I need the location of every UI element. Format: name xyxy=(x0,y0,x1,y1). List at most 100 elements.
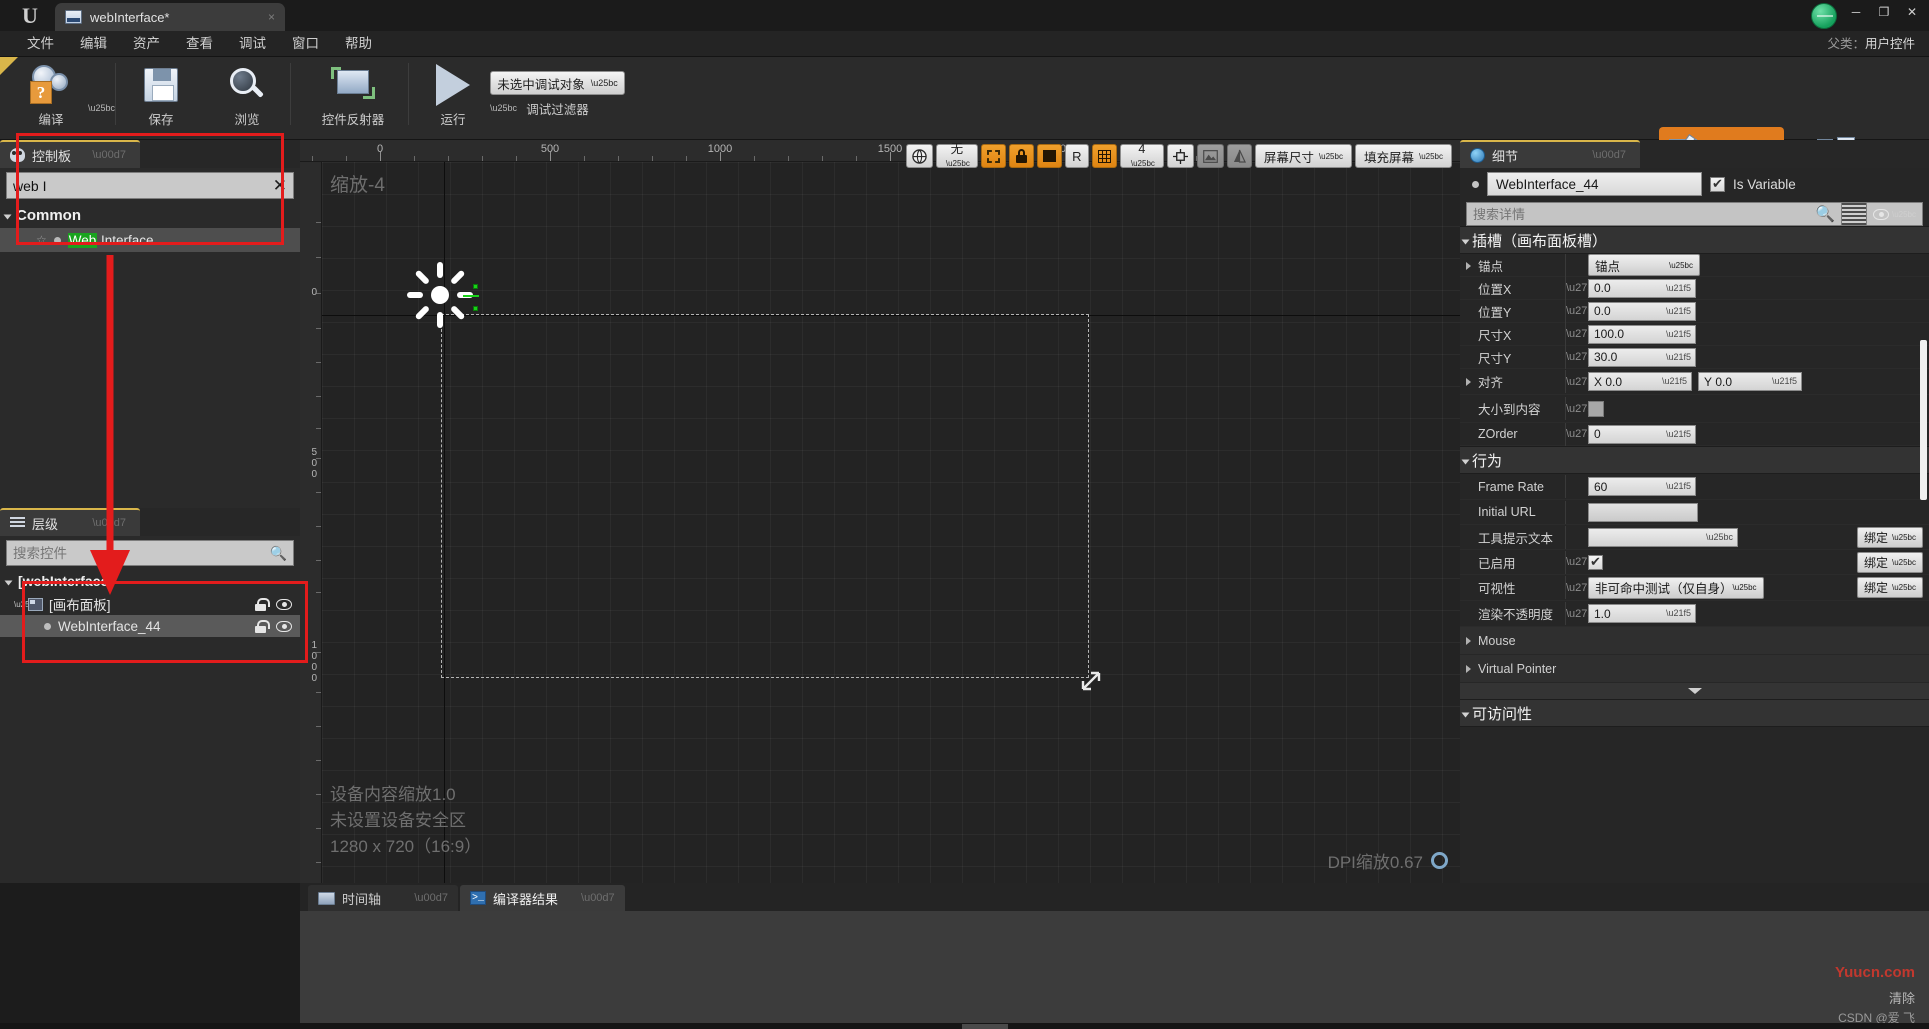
search-icon[interactable]: 🔍 xyxy=(270,545,287,562)
tree-row-webinterface-44[interactable]: WebInterface_44 xyxy=(0,615,300,637)
reset-icon[interactable]: \u2756 xyxy=(1566,608,1600,620)
close-icon[interactable]: \u00d7 xyxy=(78,149,126,161)
menu-edit[interactable]: 编辑 xyxy=(67,31,120,57)
debug-object-dropdown[interactable]: 未选中调试对象 \u25bc xyxy=(490,71,625,95)
compiler-results-body[interactable] xyxy=(300,911,1929,1029)
hierarchy-search-input[interactable] xyxy=(13,545,270,561)
selection-handle[interactable] xyxy=(473,306,478,311)
palette-search-row[interactable]: ✕ xyxy=(6,172,294,199)
grid-size-dropdown[interactable]: 4 \u25bc xyxy=(1119,143,1164,168)
close-icon[interactable]: \u00d7 xyxy=(1578,149,1626,161)
globe-icon-button[interactable] xyxy=(905,144,933,168)
screen-size-dropdown[interactable]: 屏幕尺寸 \u25bc xyxy=(1254,144,1352,168)
parent-class-value[interactable]: 用户控件 xyxy=(1865,37,1915,51)
tree-row-canvas-panel[interactable]: \u25bc [画布面板] xyxy=(0,593,300,615)
position-y-input[interactable]: 0.0 \u21f5 xyxy=(1588,301,1696,321)
webinterface-widget-preview[interactable] xyxy=(407,262,479,328)
lock-toggle[interactable] xyxy=(1008,144,1034,168)
mirror-button[interactable] xyxy=(1226,144,1252,168)
property-row-position-x[interactable]: 位置X \u2756 0.0 \u21f5 xyxy=(1460,276,1929,300)
initial-url-input[interactable] xyxy=(1588,502,1698,522)
tab-hierarchy[interactable]: 层级 \u00d7 xyxy=(0,508,140,536)
property-row-frame-rate[interactable]: Frame Rate 60 \u21f5 xyxy=(1460,474,1929,500)
dpi-scale-indicator[interactable]: DPI缩放0.67 xyxy=(1328,848,1448,873)
details-search-row[interactable]: 🔍 \u25bc xyxy=(1466,202,1923,226)
spinner-icon[interactable]: \u21f5 xyxy=(1666,608,1691,618)
localization-preview-toggle[interactable] xyxy=(1036,144,1062,168)
resize-handle-icon[interactable] xyxy=(1080,670,1101,691)
reset-icon[interactable]: \u2756 xyxy=(1566,351,1600,363)
menu-view[interactable]: 查看 xyxy=(173,31,226,57)
close-icon[interactable]: \u00d7 xyxy=(565,892,615,904)
frame-rate-input[interactable]: 60 \u21f5 xyxy=(1588,477,1696,496)
widget-reflector-button[interactable]: 控件反射器 xyxy=(298,57,408,136)
clear-results-link[interactable]: 清除 xyxy=(1889,988,1915,1007)
clear-search-icon[interactable]: ✕ xyxy=(273,177,287,194)
spinner-icon[interactable]: \u21f5 xyxy=(1772,376,1797,386)
spinner-icon[interactable]: \u21f5 xyxy=(1666,283,1691,293)
hierarchy-search-row[interactable]: 🔍 xyxy=(6,540,294,566)
dashed-outline-toggle[interactable] xyxy=(980,144,1006,168)
property-row-visibility[interactable]: 可视性 \u2756 非可命中测试（仅自身） \u25bc 绑定 \u25bc xyxy=(1460,575,1929,601)
layout-anchors-button[interactable] xyxy=(1166,144,1194,168)
tab-details[interactable]: 细节 \u00d7 xyxy=(1460,140,1640,168)
lock-icon[interactable] xyxy=(254,597,270,611)
status-bar-handle[interactable] xyxy=(962,1024,1008,1029)
tab-timeline[interactable]: 时间轴 \u00d7 xyxy=(308,885,458,911)
selection-handle-line[interactable] xyxy=(463,295,479,297)
tab-palette[interactable]: 控制板 \u00d7 xyxy=(0,140,140,168)
property-row-initial-url[interactable]: Initial URL xyxy=(1460,500,1929,525)
save-button[interactable]: 保存 xyxy=(118,57,204,136)
spinner-icon[interactable]: \u21f5 xyxy=(1666,429,1691,439)
localization-none-dropdown[interactable]: 无 \u25bc xyxy=(935,143,978,168)
hierarchy-root-node[interactable]: [webInterface] xyxy=(0,566,300,593)
image-preview-button[interactable] xyxy=(1196,144,1224,168)
spinner-icon[interactable]: \u21f5 xyxy=(1666,329,1691,339)
eye-icon[interactable] xyxy=(276,620,292,632)
subsection-virtual-pointer[interactable]: Virtual Pointer xyxy=(1460,655,1929,683)
gear-icon[interactable] xyxy=(1431,852,1448,869)
menu-help[interactable]: 帮助 xyxy=(332,31,385,57)
palette-search-input[interactable] xyxy=(13,177,273,194)
details-view-options-button[interactable] xyxy=(1840,202,1867,226)
expand-more-button[interactable] xyxy=(1460,683,1929,699)
property-row-anchors[interactable]: 锚点 锚点 \u25bc xyxy=(1460,253,1929,277)
eye-icon[interactable] xyxy=(276,598,292,610)
position-x-input[interactable]: 0.0 \u21f5 xyxy=(1588,278,1696,298)
property-row-position-y[interactable]: 位置Y \u2756 0.0 \u21f5 xyxy=(1460,299,1929,323)
close-window-button[interactable]: ✕ xyxy=(1899,1,1925,23)
close-icon[interactable]: \u00d7 xyxy=(398,892,448,904)
reset-icon[interactable]: \u2756 xyxy=(1566,582,1600,594)
play-button[interactable]: 运行 xyxy=(410,57,496,136)
reset-icon[interactable]: \u2756 xyxy=(1566,403,1600,415)
chevron-down-icon[interactable]: \u25bc xyxy=(14,600,38,609)
details-search-input[interactable] xyxy=(1473,206,1816,222)
enabled-bind-button[interactable]: 绑定 \u25bc xyxy=(1856,551,1923,573)
reset-icon[interactable]: \u2756 xyxy=(1566,282,1600,294)
rtl-toggle[interactable]: R xyxy=(1064,144,1089,168)
subsection-mouse[interactable]: Mouse xyxy=(1460,627,1929,655)
tooltip-bind-button[interactable]: 绑定 \u25bc xyxy=(1856,526,1923,548)
favorite-star-icon[interactable]: ☆ xyxy=(36,233,47,247)
reset-icon[interactable]: \u2756 xyxy=(1566,428,1600,440)
size-y-input[interactable]: 30.0 \u21f5 xyxy=(1588,347,1696,367)
property-row-size-y[interactable]: 尺寸Y \u2756 30.0 \u21f5 xyxy=(1460,345,1929,369)
close-icon[interactable]: \u00d7 xyxy=(78,517,126,529)
spinner-icon[interactable]: \u21f5 xyxy=(1666,306,1691,316)
menu-window[interactable]: 窗口 xyxy=(279,31,332,57)
property-row-size-x[interactable]: 尺寸X \u2756 100.0 \u21f5 xyxy=(1460,322,1929,346)
tab-compiler-results[interactable]: >_ 编译器结果 \u00d7 xyxy=(460,885,625,911)
property-row-zorder[interactable]: ZOrder \u2756 0 \u21f5 xyxy=(1460,422,1929,446)
document-tab-webinterface[interactable]: webInterface* × xyxy=(55,3,285,31)
details-visibility-filter[interactable]: \u25bc xyxy=(1872,208,1916,220)
fill-screen-dropdown[interactable]: 填充屏幕 \u25bc xyxy=(1354,144,1452,168)
size-x-input[interactable]: 100.0 \u21f5 xyxy=(1588,324,1696,344)
section-behavior-header[interactable]: 行为 xyxy=(1460,446,1929,474)
section-accessibility-header[interactable]: 可访问性 xyxy=(1460,699,1929,727)
widget-name-field[interactable]: WebInterface_44 xyxy=(1487,172,1702,196)
minimize-button[interactable]: ─ xyxy=(1843,1,1869,23)
globe-icon[interactable] xyxy=(1811,3,1837,29)
enabled-checkbox[interactable] xyxy=(1588,554,1603,570)
alignment-y-input[interactable]: Y 0.0 \u21f5 xyxy=(1698,372,1802,391)
visibility-bind-button[interactable]: 绑定 \u25bc xyxy=(1856,577,1923,598)
